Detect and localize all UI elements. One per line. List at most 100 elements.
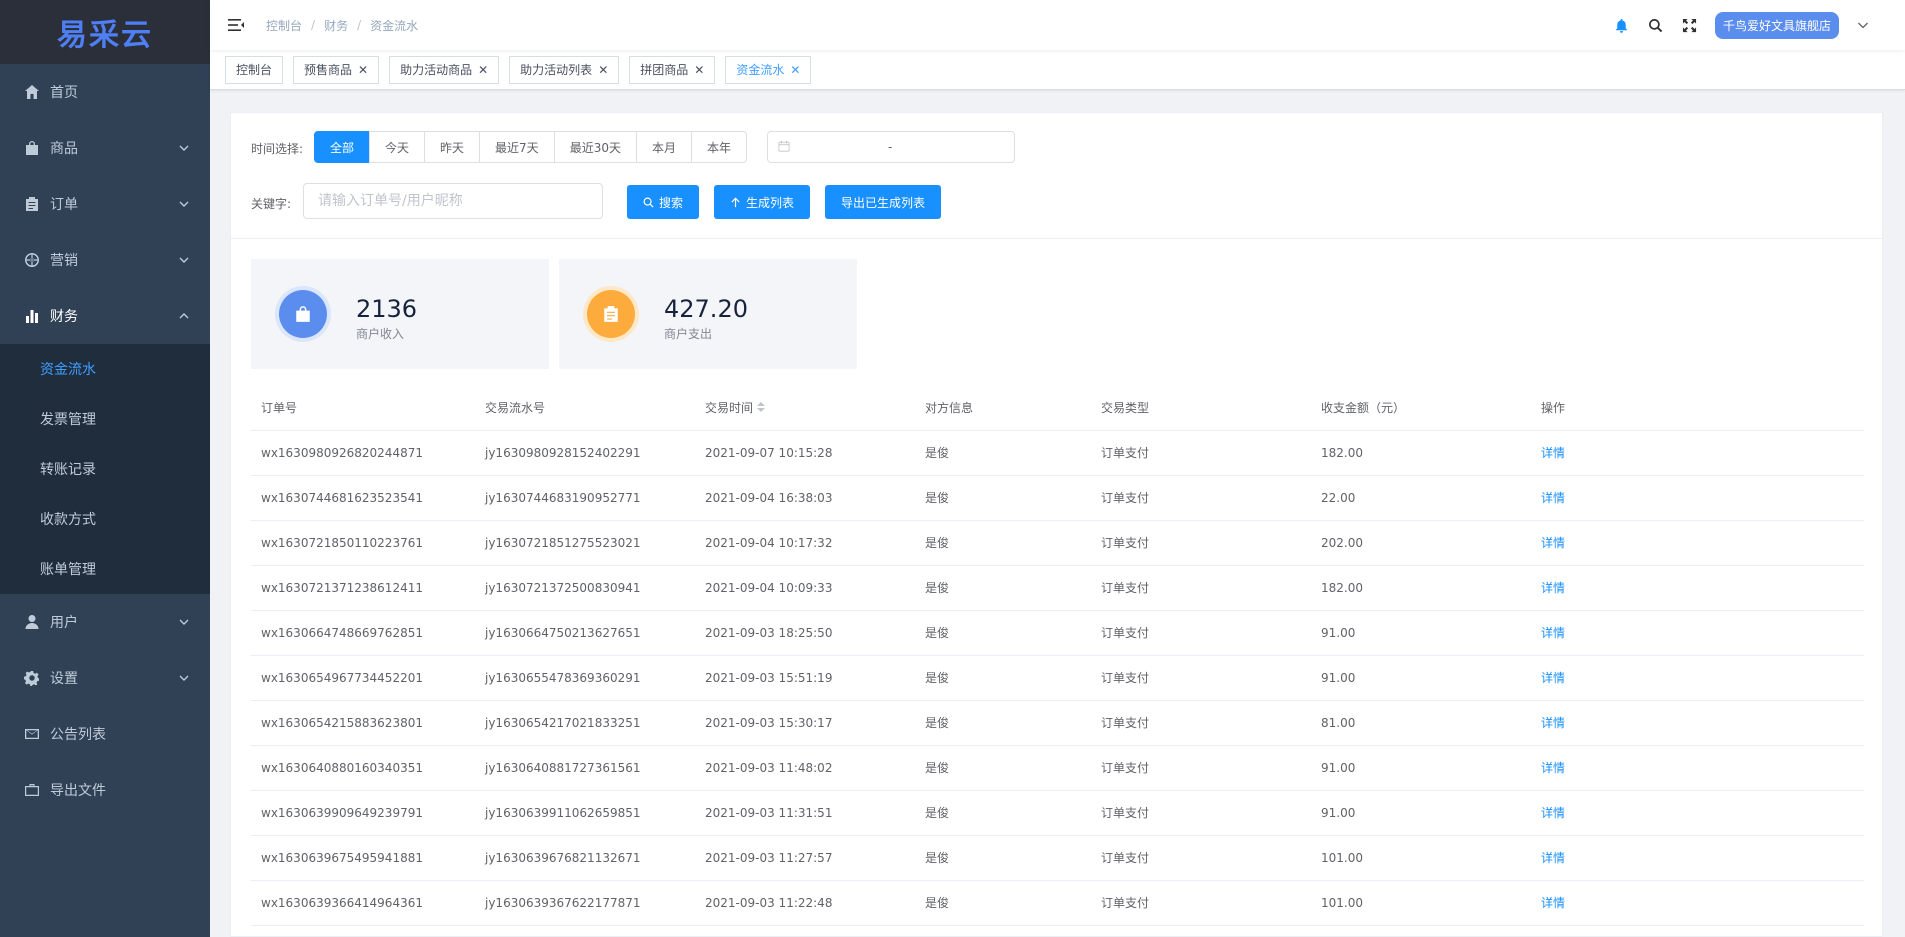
tag-assist-products[interactable]: 助力活动商品 ✕ <box>389 55 500 84</box>
tag-group-buy-products[interactable]: 拼团商品 ✕ <box>629 55 716 84</box>
time-option-month[interactable]: 本月 <box>635 131 692 163</box>
sidebar-item-label: 财务 <box>50 309 78 325</box>
cell-serial-no: jy1630639676821132671 <box>475 835 695 881</box>
gear-icon <box>24 670 40 686</box>
keyword-search-input[interactable] <box>303 183 603 219</box>
sidebar-item-export[interactable]: 导出文件 <box>0 762 210 818</box>
export-generated-button[interactable]: 导出已生成列表 <box>825 185 941 219</box>
search-button-label: 搜索 <box>658 195 683 210</box>
close-icon[interactable]: ✕ <box>358 63 368 77</box>
tag-dashboard[interactable]: 控制台 <box>225 55 284 84</box>
cell-type: 订单支付 <box>1091 430 1311 476</box>
close-icon[interactable]: ✕ <box>478 63 488 77</box>
time-option-7days[interactable]: 最近7天 <box>479 131 555 163</box>
close-icon[interactable]: ✕ <box>598 63 608 77</box>
tag-assist-list[interactable]: 助力活动列表 ✕ <box>509 55 620 84</box>
close-icon[interactable]: ✕ <box>694 63 704 77</box>
time-option-year[interactable]: 本年 <box>690 131 747 163</box>
cell-time: 2021-09-03 15:51:19 <box>695 655 915 701</box>
search-icon <box>643 197 654 208</box>
bell-icon[interactable] <box>1613 16 1631 34</box>
sidebar-item-marketing[interactable]: 营销 <box>0 232 210 288</box>
cell-type: 订单支付 <box>1091 880 1311 926</box>
shopping-bag-icon <box>279 290 327 338</box>
details-link[interactable]: 详情 <box>1531 745 1864 791</box>
details-link[interactable]: 详情 <box>1531 700 1864 746</box>
breadcrumb-item[interactable]: 财务 <box>324 17 348 34</box>
cell-counterparty: 是俊 <box>915 835 1091 881</box>
cell-time: 2021-09-04 10:09:33 <box>695 565 915 611</box>
cell-counterparty: 是俊 <box>915 475 1091 521</box>
time-option-30days[interactable]: 最近30天 <box>553 131 637 163</box>
time-option-today[interactable]: 今天 <box>369 131 426 163</box>
hamburger-icon[interactable] <box>226 15 246 35</box>
expense-label: 商户支出 <box>664 327 713 341</box>
tag-fund-flow[interactable]: 资金流水 ✕ <box>725 55 812 84</box>
cell-amount: 101.00 <box>1311 835 1531 881</box>
breadcrumb-separator: / <box>357 18 362 32</box>
cell-order-no: wx1630654967734452201 <box>251 655 475 701</box>
time-option-all[interactable]: 全部 <box>314 131 371 163</box>
column-header-order-no: 订单号 <box>251 385 475 431</box>
search-button[interactable]: 搜索 <box>627 185 699 219</box>
chevron-down-icon <box>178 254 190 266</box>
close-icon[interactable]: ✕ <box>790 63 800 77</box>
sidebar-item-settings[interactable]: 设置 <box>0 650 210 706</box>
finance-submenu: 资金流水 发票管理 转账记录 收款方式 账单管理 <box>0 344 210 594</box>
arrow-up-icon <box>731 197 740 207</box>
sidebar-subitem-bills[interactable]: 账单管理 <box>0 544 210 594</box>
sidebar-item-announcements[interactable]: 公告列表 <box>0 706 210 762</box>
sidebar-item-label: 公告列表 <box>50 727 106 743</box>
tags-view: 控制台 预售商品 ✕ 助力活动商品 ✕ 助力活动列表 ✕ 拼团商品 ✕ 资金流水 ✕ <box>210 50 1905 90</box>
details-link[interactable]: 详情 <box>1531 835 1864 881</box>
sidebar-item-orders[interactable]: 订单 <box>0 176 210 232</box>
cell-amount: 91.00 <box>1311 610 1531 656</box>
sort-icon[interactable] <box>757 402 766 414</box>
sidebar-item-home[interactable]: 首页 <box>0 64 210 120</box>
tag-label: 助力活动商品 <box>400 63 473 77</box>
details-link[interactable]: 详情 <box>1531 655 1864 701</box>
cell-order-no: wx1630664748669762851 <box>251 610 475 656</box>
time-option-yesterday[interactable]: 昨天 <box>424 131 481 163</box>
sidebar-subitem-payment-method[interactable]: 收款方式 <box>0 494 210 544</box>
store-switcher-button[interactable]: 千鸟爱好文具旗舰店 <box>1714 11 1839 39</box>
app-logo: 易采云 <box>0 0 210 64</box>
details-link[interactable]: 详情 <box>1531 565 1864 611</box>
details-link[interactable]: 详情 <box>1531 790 1864 836</box>
details-link[interactable]: 详情 <box>1531 520 1864 566</box>
column-header-time[interactable]: 交易时间 <box>695 385 915 431</box>
details-link[interactable]: 详情 <box>1531 880 1864 926</box>
expense-value: 427.20 <box>664 295 748 323</box>
sidebar-subitem-fund-flow[interactable]: 资金流水 <box>0 344 210 394</box>
tag-presale-products[interactable]: 预售商品 ✕ <box>293 55 380 84</box>
cell-counterparty: 是俊 <box>915 565 1091 611</box>
column-header-label: 交易时间 <box>705 400 754 415</box>
generate-list-button[interactable]: 生成列表 <box>714 185 810 219</box>
cell-amount: 91.00 <box>1311 790 1531 836</box>
cell-serial-no: jy1630639911062659851 <box>475 790 695 836</box>
sidebar-item-products[interactable]: 商品 <box>0 120 210 176</box>
sidebar-item-finance[interactable]: 财务 <box>0 288 210 344</box>
search-icon[interactable] <box>1647 16 1665 34</box>
table-row: wx1630721371238612411 jy16307213725008309… <box>251 565 1864 611</box>
cell-serial-no: jy1630654217021833251 <box>475 700 695 746</box>
fullscreen-icon[interactable] <box>1681 16 1699 34</box>
details-link[interactable]: 详情 <box>1531 610 1864 656</box>
breadcrumb-item[interactable]: 控制台 <box>266 17 302 34</box>
sidebar-subitem-transfer[interactable]: 转账记录 <box>0 444 210 494</box>
cell-time: 2021-09-03 11:22:48 <box>695 880 915 926</box>
time-filter-label: 时间选择: <box>251 142 304 156</box>
table-row: wx1630639909649239791 jy16306399110626598… <box>251 790 1864 836</box>
chevron-down-icon[interactable] <box>1857 19 1869 31</box>
sidebar-item-users[interactable]: 用户 <box>0 594 210 650</box>
sidebar-item-label: 导出文件 <box>50 783 106 799</box>
cell-type: 订单支付 <box>1091 475 1311 521</box>
cell-type: 订单支付 <box>1091 745 1311 791</box>
details-link[interactable]: 详情 <box>1531 475 1864 521</box>
date-range-picker[interactable]: - <box>767 131 1015 163</box>
cell-amount: 91.00 <box>1311 745 1531 791</box>
sidebar-subitem-invoice[interactable]: 发票管理 <box>0 394 210 444</box>
details-link[interactable]: 详情 <box>1531 430 1864 476</box>
breadcrumb-item-current: 资金流水 <box>370 18 419 33</box>
navbar-right: 千鸟爱好文具旗舰店 <box>1613 0 1905 50</box>
